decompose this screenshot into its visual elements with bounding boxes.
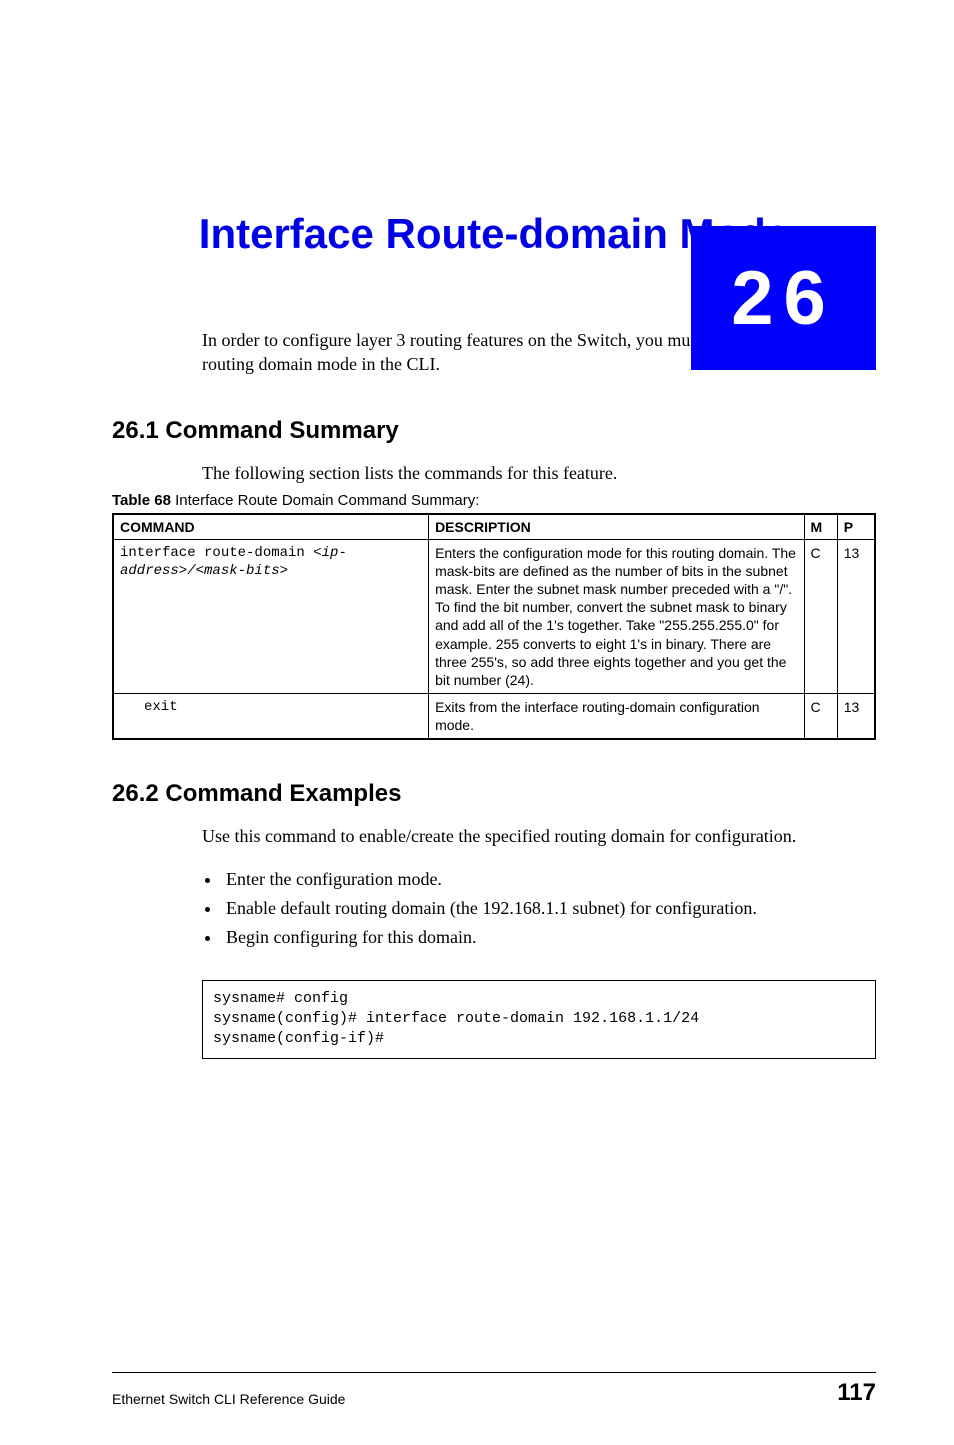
section-heading-command-summary: 26.1 Command Summary xyxy=(112,417,876,445)
cell-description: Enters the configuration mode for this r… xyxy=(429,539,804,694)
cmd-prefix: interface route-domain xyxy=(120,545,313,561)
page-footer: Ethernet Switch CLI Reference Guide 117 xyxy=(112,1372,876,1407)
table-caption: Table 68 Interface Route Domain Command … xyxy=(112,492,876,509)
table-row: exit Exits from the interface routing-do… xyxy=(113,694,875,740)
cell-m: C xyxy=(804,539,837,694)
code-example-block: sysname# config sysname(config)# interfa… xyxy=(202,980,876,1059)
cell-description: Exits from the interface routing-domain … xyxy=(429,694,804,740)
cell-p: 13 xyxy=(837,539,875,694)
section1-intro: The following section lists the commands… xyxy=(202,463,876,484)
table-row: interface route-domain <ip-address>/<mas… xyxy=(113,539,875,694)
chapter-number: 26 xyxy=(731,255,836,342)
cell-m: C xyxy=(804,694,837,740)
cmd-prefix: exit xyxy=(120,699,178,715)
cell-p: 13 xyxy=(837,694,875,740)
table-caption-text: Interface Route Domain Command Summary: xyxy=(171,492,479,509)
th-description: DESCRIPTION xyxy=(429,514,804,540)
th-command: COMMAND xyxy=(113,514,429,540)
cell-command: exit xyxy=(113,694,429,740)
table-caption-label: Table 68 xyxy=(112,492,171,509)
section2-intro: Use this command to enable/create the sp… xyxy=(202,826,876,847)
command-summary-table: COMMAND DESCRIPTION M P interface route-… xyxy=(112,513,876,741)
footer-guide-name: Ethernet Switch CLI Reference Guide xyxy=(112,1391,345,1407)
footer-page-number: 117 xyxy=(837,1379,876,1407)
list-item: Enter the configuration mode. xyxy=(222,865,876,894)
section-heading-command-examples: 26.2 Command Examples xyxy=(112,780,876,808)
list-item: Begin configuring for this domain. xyxy=(222,923,876,952)
chapter-number-block: 26 xyxy=(691,226,876,370)
bullet-list: Enter the configuration mode. Enable def… xyxy=(222,865,876,951)
cell-command: interface route-domain <ip-address>/<mas… xyxy=(113,539,429,694)
th-p: P xyxy=(837,514,875,540)
th-m: M xyxy=(804,514,837,540)
list-item: Enable default routing domain (the 192.1… xyxy=(222,894,876,923)
